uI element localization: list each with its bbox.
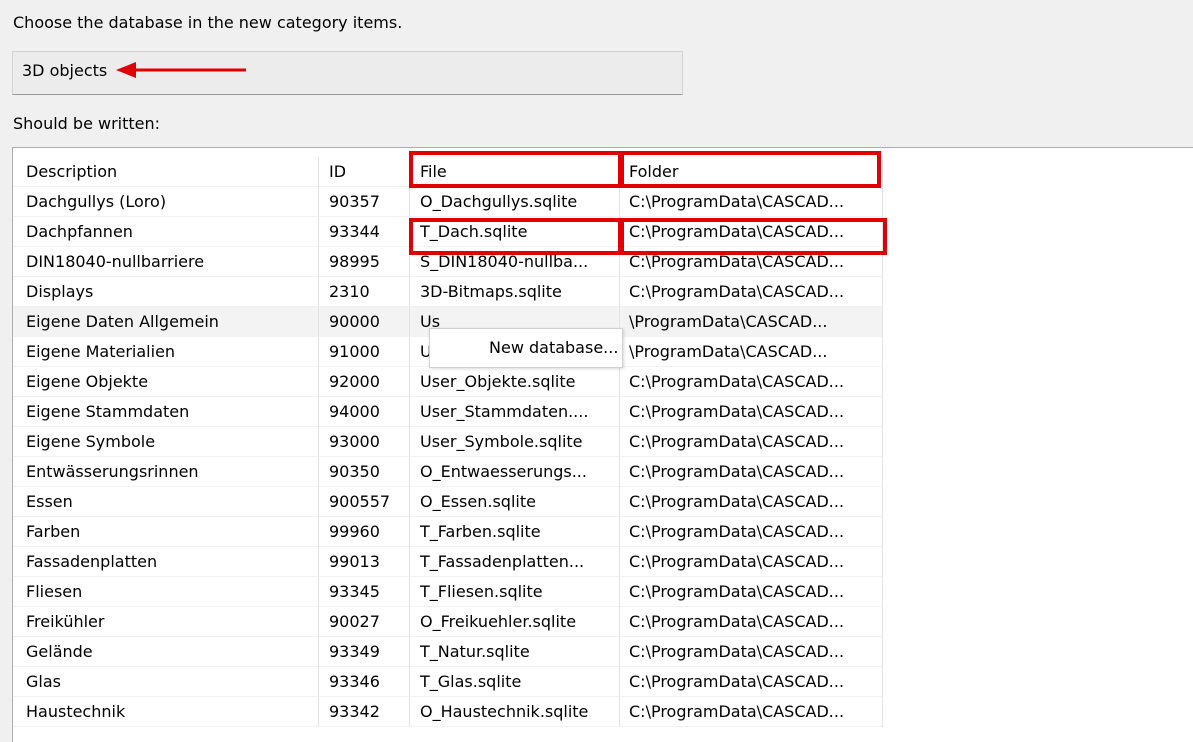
cell-file: T_Fassadenplatten...	[410, 547, 620, 577]
category-value: 3D objects	[22, 61, 108, 80]
cell-id: 90357	[319, 187, 410, 217]
cell-description: Gelände	[13, 637, 319, 667]
cell-id: 93000	[319, 427, 410, 457]
cell-folder: C:\ProgramData\CASCAD...	[620, 367, 883, 397]
cell-file: O_Essen.sqlite	[410, 487, 620, 517]
cell-folder: C:\ProgramData\CASCAD...	[620, 457, 883, 487]
cell-id: 90350	[319, 457, 410, 487]
cell-id: 91000	[319, 337, 410, 367]
should-be-written-label: Should be written:	[13, 114, 161, 133]
cell-description: Eigene Materialien	[13, 337, 319, 367]
folder-header-highlight	[620, 151, 881, 188]
cell-folder: C:\ProgramData\CASCAD...	[620, 277, 883, 307]
cell-folder: C:\ProgramData\CASCAD...	[620, 547, 883, 577]
table-row[interactable]: Entwässerungsrinnen 90350 O_Entwaesserungs…	[13, 457, 883, 487]
cell-id: 99960	[319, 517, 410, 547]
cell-folder: C:\ProgramData\CASCAD...	[620, 577, 883, 607]
database-list[interactable]: Description ID File Folder Dachgullys (L…	[12, 147, 1193, 742]
file-header-highlight	[409, 151, 622, 188]
cell-folder: \ProgramData\CASCAD...	[620, 307, 883, 337]
cell-file: O_Haustechnik.sqlite	[410, 697, 620, 727]
cell-description: Eigene Symbole	[13, 427, 319, 457]
cell-id: 93342	[319, 697, 410, 727]
cell-description: Fassadenplatten	[13, 547, 319, 577]
table-row[interactable]: Gelände 93349 T_Natur.sqlite C:\ProgramData…	[13, 637, 883, 667]
cell-id: 2310	[319, 277, 410, 307]
cell-folder: C:\ProgramData\CASCAD...	[620, 667, 883, 697]
table-row[interactable]: Eigene Objekte 92000 User_Objekte.sqlite C:…	[13, 367, 883, 397]
cell-file: O_Freikuehler.sqlite	[410, 607, 620, 637]
cell-id: 98995	[319, 247, 410, 277]
cell-description: Dachgullys (Loro)	[13, 187, 319, 217]
cell-description: Eigene Stammdaten	[13, 397, 319, 427]
cell-id: 90000	[319, 307, 410, 337]
table-row[interactable]: Fliesen 93345 T_Fliesen.sqlite C:\ProgramDa…	[13, 577, 883, 607]
header-id[interactable]: ID	[319, 157, 410, 187]
cell-file: User_Symbole.sqlite	[410, 427, 620, 457]
cell-file: T_Glas.sqlite	[410, 667, 620, 697]
cell-file: T_Fliesen.sqlite	[410, 577, 620, 607]
table-row[interactable]: Haustechnik 93342 O_Haustechnik.sqlite C:\P…	[13, 697, 883, 727]
table-row[interactable]: Fassadenplatten 99013 T_Fassadenplatten...…	[13, 547, 883, 577]
table-row[interactable]: Dachgullys (Loro) 90357 O_Dachgullys.sqlit…	[13, 187, 883, 217]
red-arrow-annotation	[116, 62, 246, 78]
cell-file: T_Farben.sqlite	[410, 517, 620, 547]
cell-folder: C:\ProgramData\CASCAD...	[620, 607, 883, 637]
dialog: Choose the database in the new category …	[0, 0, 1193, 742]
cell-description: DIN18040-nullbarriere	[13, 247, 319, 277]
cell-file: User_Stammdaten....	[410, 397, 620, 427]
cell-description: Entwässerungsrinnen	[13, 457, 319, 487]
cell-folder: \ProgramData\CASCAD...	[620, 337, 883, 367]
header-description[interactable]: Description	[13, 157, 319, 187]
table-row[interactable]: Eigene Stammdaten 94000 User_Stammdaten...…	[13, 397, 883, 427]
cell-id: 93349	[319, 637, 410, 667]
cell-id: 90027	[319, 607, 410, 637]
cell-description: Eigene Daten Allgemein	[13, 307, 319, 337]
cell-id: 93345	[319, 577, 410, 607]
table-row[interactable]: Essen 900557 O_Essen.sqlite C:\ProgramData\…	[13, 487, 883, 517]
cell-folder: C:\ProgramData\CASCAD...	[620, 487, 883, 517]
new-database-menu-item[interactable]: New database...	[430, 329, 622, 367]
cell-id: 92000	[319, 367, 410, 397]
cell-folder: C:\ProgramData\CASCAD...	[620, 517, 883, 547]
category-field[interactable]: 3D objects	[12, 51, 683, 95]
cell-folder: C:\ProgramData\CASCAD...	[620, 637, 883, 667]
cell-description: Haustechnik	[13, 697, 319, 727]
cell-file: T_Natur.sqlite	[410, 637, 620, 667]
cell-folder: C:\ProgramData\CASCAD...	[620, 187, 883, 217]
context-menu: New database...	[429, 328, 623, 368]
cell-id: 93344	[319, 217, 410, 247]
cell-file: O_Dachgullys.sqlite	[410, 187, 620, 217]
cell-file: User_Objekte.sqlite	[410, 367, 620, 397]
table-row[interactable]: Displays 2310 3D-Bitmaps.sqlite C:\ProgramD…	[13, 277, 883, 307]
cell-file: 3D-Bitmaps.sqlite	[410, 277, 620, 307]
cell-description: Fliesen	[13, 577, 319, 607]
table-row[interactable]: Eigene Symbole 93000 User_Symbole.sqlite C:…	[13, 427, 883, 457]
cell-description: Eigene Objekte	[13, 367, 319, 397]
instruction-text: Choose the database in the new category …	[13, 13, 403, 32]
cell-description: Essen	[13, 487, 319, 517]
table-row[interactable]: Farben 99960 T_Farben.sqlite C:\ProgramData…	[13, 517, 883, 547]
file-cell-highlight	[409, 218, 622, 255]
cell-folder: C:\ProgramData\CASCAD...	[620, 427, 883, 457]
cell-description: Glas	[13, 667, 319, 697]
cell-description: Displays	[13, 277, 319, 307]
cell-id: 93346	[319, 667, 410, 697]
folder-cell-highlight	[620, 218, 887, 255]
cell-folder: C:\ProgramData\CASCAD...	[620, 397, 883, 427]
cell-id: 900557	[319, 487, 410, 517]
cell-file: O_Entwaesserungs...	[410, 457, 620, 487]
table-row[interactable]: Freikühler 90027 O_Freikuehler.sqlite C:\Pr…	[13, 607, 883, 637]
cell-id: 99013	[319, 547, 410, 577]
cell-id: 94000	[319, 397, 410, 427]
cell-description: Freikühler	[13, 607, 319, 637]
cell-description: Dachpfannen	[13, 217, 319, 247]
cell-folder: C:\ProgramData\CASCAD...	[620, 697, 883, 727]
table-row[interactable]: Glas 93346 T_Glas.sqlite C:\ProgramData\CAS…	[13, 667, 883, 697]
cell-description: Farben	[13, 517, 319, 547]
